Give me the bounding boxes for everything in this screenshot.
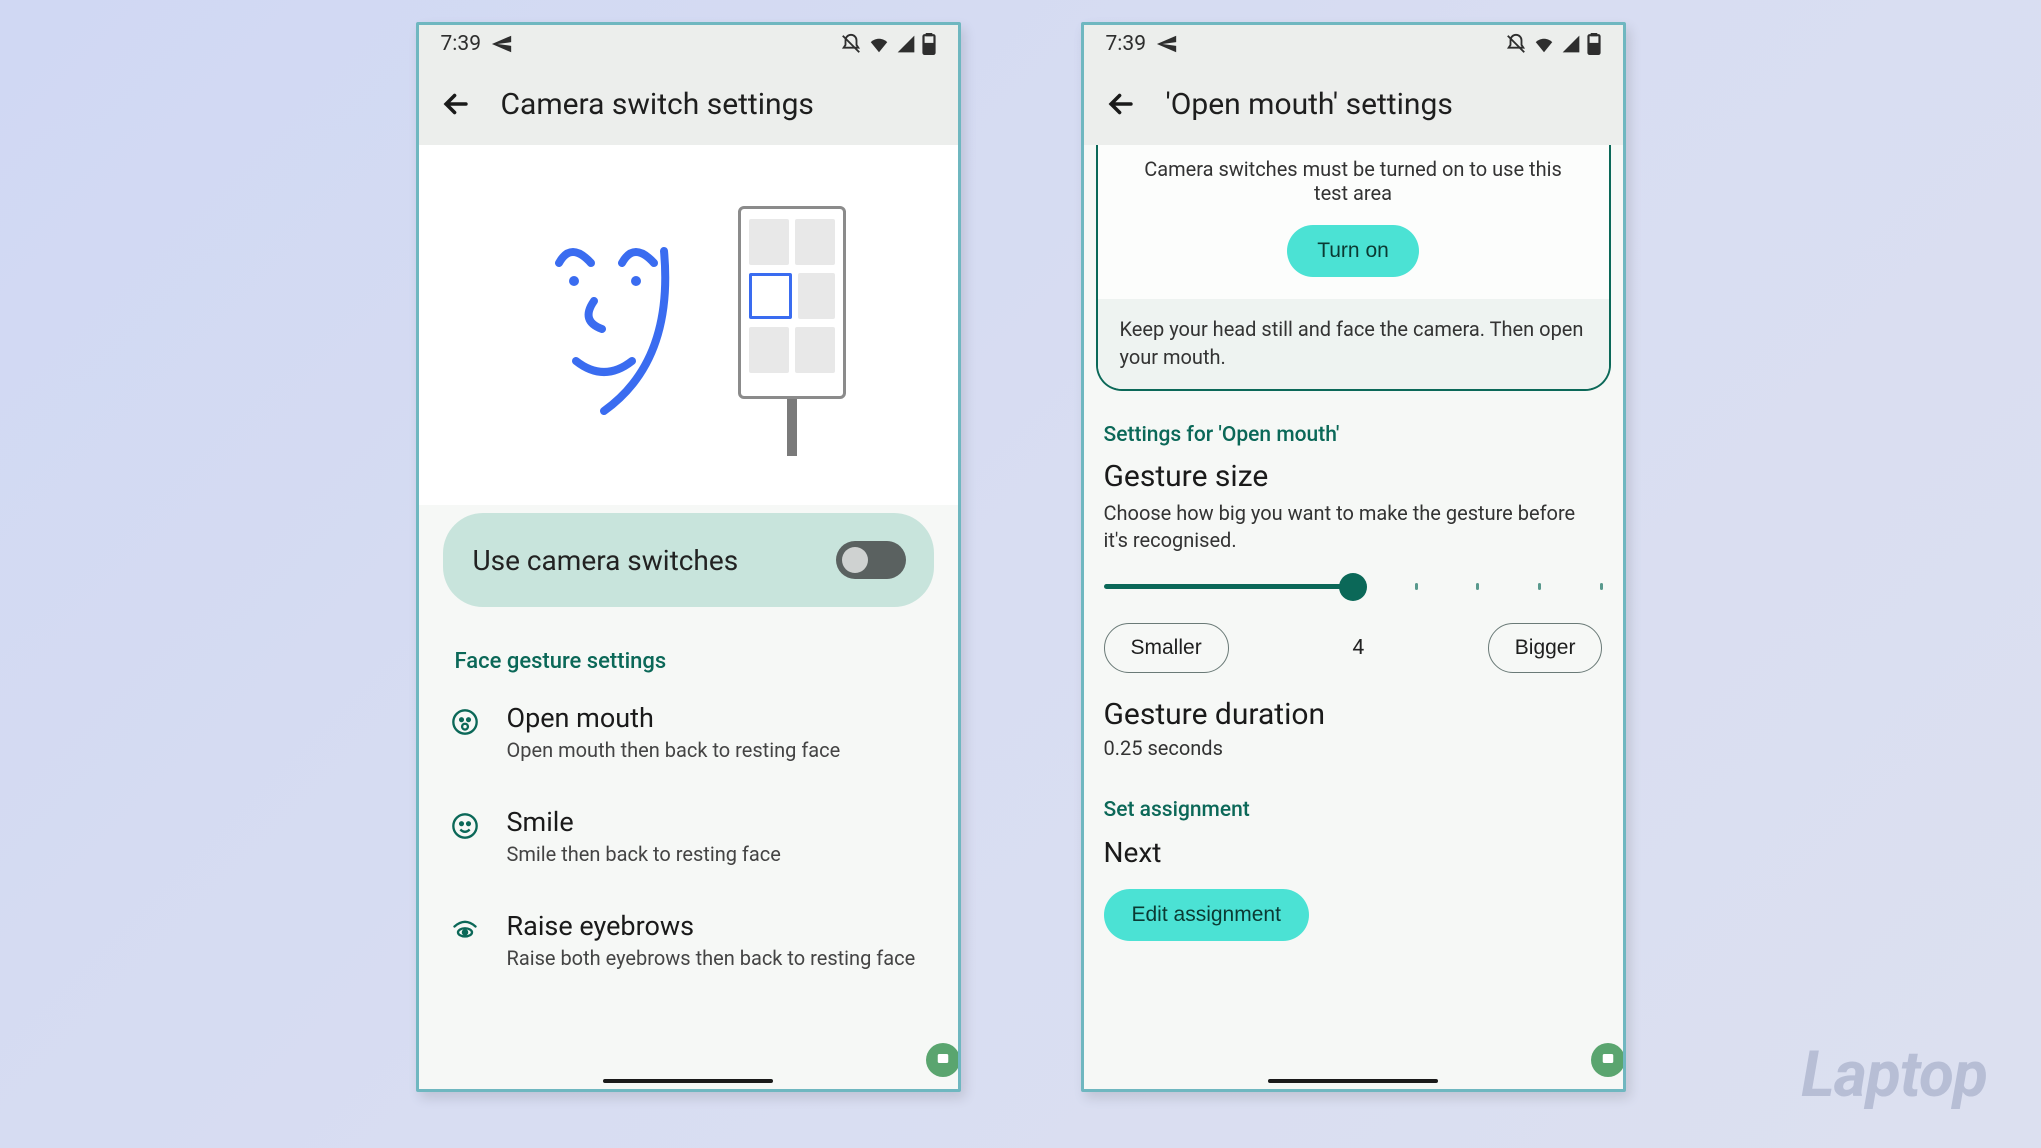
test-notice: Camera switches must be turned on to use… (1098, 145, 1609, 219)
face-icon (524, 231, 684, 431)
nav-bar[interactable] (1268, 1079, 1438, 1083)
gesture-size-desc: Choose how big you want to make the gest… (1084, 498, 1623, 572)
gesture-duration-value: 0.25 seconds (1084, 736, 1623, 780)
app-bar: Camera switch settings (419, 63, 958, 145)
set-assignment-header: Set assignment (1084, 780, 1623, 828)
nav-bar[interactable] (603, 1079, 773, 1083)
gesture-size-slider[interactable] (1084, 584, 1623, 613)
battery-icon (922, 33, 936, 55)
edit-assignment-button[interactable]: Edit assignment (1104, 889, 1309, 941)
next-heading: Next (1084, 828, 1623, 885)
turn-on-button[interactable]: Turn on (1287, 225, 1419, 277)
gesture-smile[interactable]: Smile Smile then back to resting face (419, 784, 958, 888)
gesture-eyebrows[interactable]: Raise eyebrows Raise both eyebrows then … (419, 888, 958, 992)
gesture-subtitle: Open mouth then back to resting face (507, 738, 841, 762)
gesture-subtitle: Raise both eyebrows then back to resting… (507, 946, 916, 970)
gesture-section-header: Face gesture settings (419, 621, 958, 680)
page-title: 'Open mouth' settings (1166, 87, 1453, 122)
hero-illustration (419, 145, 958, 505)
back-arrow-icon[interactable] (439, 87, 473, 121)
phone-right: 7:39 'Open mouth' settings Camera switch… (1081, 22, 1626, 1092)
send-icon (1156, 33, 1178, 55)
open-mouth-icon (451, 708, 479, 736)
slider-thumb[interactable] (1339, 573, 1367, 601)
app-bar: 'Open mouth' settings (1084, 63, 1623, 145)
gesture-title: Raise eyebrows (507, 910, 916, 942)
page-title: Camera switch settings (501, 87, 814, 122)
status-bar: 7:39 (1084, 25, 1623, 63)
gesture-duration-heading: Gesture duration (1084, 691, 1623, 736)
gesture-title: Smile (507, 806, 781, 838)
switch-icon[interactable] (836, 541, 906, 579)
signal-icon (896, 34, 916, 54)
gesture-subtitle: Smile then back to resting face (507, 842, 781, 866)
phone-stand-icon (732, 206, 852, 456)
send-icon (491, 33, 513, 55)
accessibility-badge-icon[interactable] (926, 1043, 958, 1077)
gesture-title: Open mouth (507, 702, 841, 734)
eyebrows-icon (451, 916, 479, 944)
status-time: 7:39 (1106, 32, 1147, 56)
gesture-open-mouth[interactable]: Open mouth Open mouth then back to resti… (419, 680, 958, 784)
toggle-label: Use camera switches (473, 544, 739, 577)
smaller-button[interactable]: Smaller (1104, 623, 1229, 673)
signal-icon (1561, 34, 1581, 54)
test-area-card: Camera switches must be turned on to use… (1096, 145, 1611, 391)
wifi-icon (868, 33, 890, 55)
wifi-icon (1533, 33, 1555, 55)
size-value: 4 (1352, 636, 1364, 660)
use-camera-switches-toggle[interactable]: Use camera switches (443, 513, 934, 607)
watermark: Laptop (1801, 1037, 1987, 1112)
battery-icon (1587, 33, 1601, 55)
bigger-button[interactable]: Bigger (1488, 623, 1603, 673)
status-bar: 7:39 (419, 25, 958, 63)
back-arrow-icon[interactable] (1104, 87, 1138, 121)
mute-icon (840, 33, 862, 55)
accessibility-badge-icon[interactable] (1591, 1043, 1623, 1077)
phone-left: 7:39 Camera switch settings (416, 22, 961, 1092)
settings-for-header: Settings for 'Open mouth' (1084, 405, 1623, 453)
status-time: 7:39 (441, 32, 482, 56)
smile-icon (451, 812, 479, 840)
gesture-size-heading: Gesture size (1084, 453, 1623, 498)
test-instruction: Keep your head still and face the camera… (1098, 299, 1609, 389)
mute-icon (1505, 33, 1527, 55)
